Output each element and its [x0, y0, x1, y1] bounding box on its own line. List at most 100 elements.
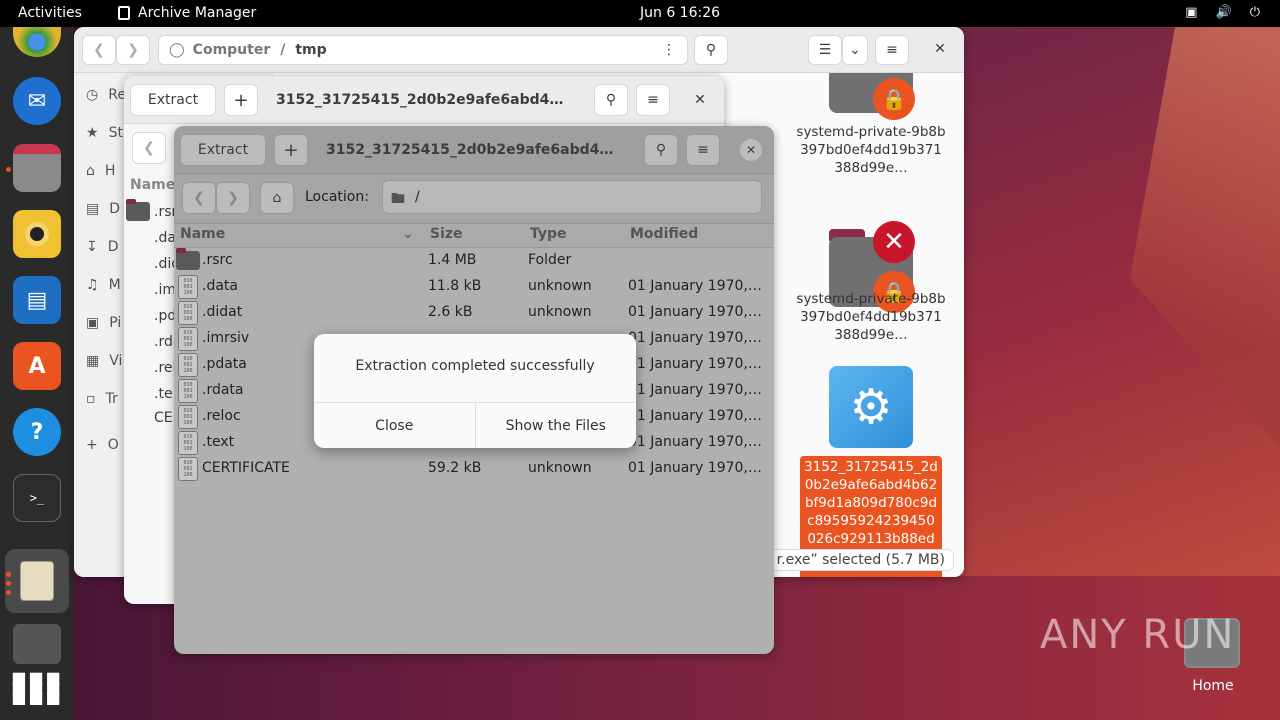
tile-label: systemd-private-9b8b397bd0ef4dd19b371388…: [796, 291, 946, 343]
window-title: 3152_31725415_2d0b2e9afe6abd4…: [276, 92, 564, 108]
forward-button[interactable]: ❯: [116, 35, 150, 65]
table-row[interactable]: 010 001 100 .didat 2.6 kB unknown 01 Janua…: [174, 300, 774, 326]
chrome-icon[interactable]: [13, 27, 61, 57]
cell-modified: 01 January 1970,…: [628, 460, 762, 476]
thunderbird-icon[interactable]: ✉: [13, 77, 61, 125]
app-center-icon[interactable]: A: [13, 342, 61, 390]
cell-modified: 01 January 1970,…: [628, 382, 762, 398]
location-value: /: [415, 189, 420, 205]
sidebar-item-videos[interactable]: ▦ Vi: [86, 353, 122, 369]
sidebar-item-pictures[interactable]: ▣ Pi: [86, 315, 121, 331]
search-button[interactable]: ⚲: [694, 35, 728, 65]
sidebar-item-label: D: [109, 201, 121, 217]
location-field[interactable]: 🖿 /: [382, 180, 762, 214]
close-icon[interactable]: ✕: [740, 139, 762, 161]
search-button[interactable]: ⚲: [644, 134, 678, 166]
writer-icon[interactable]: ▤: [13, 276, 61, 324]
back-button[interactable]: ❮: [82, 35, 116, 65]
cell-name: .rsrc: [202, 252, 233, 268]
cell-name: .rdata: [202, 382, 244, 398]
list-item[interactable]: .da: [154, 230, 176, 246]
cell-size: 1.4 MB: [428, 252, 477, 268]
activities-button[interactable]: Activities: [18, 5, 82, 21]
cell-type: unknown: [528, 278, 592, 294]
network-icon: ▣: [1185, 5, 1198, 20]
list-item[interactable]: .im: [154, 282, 176, 298]
table-row[interactable]: 010 001 100 CERTIFICATE 59.2 kB unknown 01…: [174, 456, 774, 482]
path-bar[interactable]: ◯ Computer / tmp: [158, 35, 688, 65]
view-list-button[interactable]: ☰: [808, 35, 842, 65]
top-bar: Activities Archive Manager Jun 6 16:26 ▣…: [0, 0, 1280, 27]
cell-modified: 01 January 1970,…: [628, 408, 762, 424]
main-menu-button[interactable]: ≡: [875, 35, 909, 65]
dialog-actions: Close Show the Files: [314, 402, 636, 448]
extract-button[interactable]: Extract: [180, 134, 266, 166]
videos-icon: ▦: [86, 353, 100, 369]
col-header-size[interactable]: Size: [430, 226, 463, 242]
search-button[interactable]: ⚲: [594, 84, 628, 116]
list-item-name: .te: [154, 386, 173, 402]
home-label[interactable]: Home: [1180, 678, 1246, 694]
sidebar-item-trash[interactable]: ▫ Tr: [86, 391, 118, 407]
folder-icon: [126, 199, 150, 221]
table-row[interactable]: 010 001 100 .data 11.8 kB unknown 01 Janua…: [174, 274, 774, 300]
folder-icon: 🖿: [391, 191, 405, 207]
recent-icon: ◷: [86, 87, 99, 103]
list-item[interactable]: .te: [154, 386, 173, 402]
app-menu[interactable]: Archive Manager: [118, 5, 256, 21]
sidebar-item-label: Vi: [109, 353, 123, 369]
back-button[interactable]: ❮: [132, 132, 166, 164]
binary-file-icon: 010 001 100: [178, 457, 198, 481]
binary-file-icon: 010 001 100: [178, 301, 198, 325]
help-icon[interactable]: ?: [13, 408, 61, 456]
path-menu-button[interactable]: ⋮: [650, 35, 688, 65]
col-header-modified[interactable]: Modified: [630, 226, 698, 242]
sidebar-item-label: D: [107, 239, 119, 255]
col-header-name[interactable]: Name: [180, 226, 225, 242]
clock[interactable]: Jun 6 16:26: [640, 5, 720, 21]
path-parent[interactable]: Computer: [193, 42, 271, 58]
view-options-button[interactable]: ⌄: [842, 35, 868, 65]
music-icon: ♫: [86, 277, 99, 293]
power-icon: ⏻: [1249, 5, 1260, 20]
back-button[interactable]: ❮: [182, 182, 216, 214]
add-button[interactable]: +: [274, 134, 308, 166]
sidebar-item-recent[interactable]: ◷ Re: [86, 87, 126, 103]
main-menu-button[interactable]: ≡: [636, 84, 670, 116]
sidebar-item-documents[interactable]: ▤ D: [86, 201, 120, 217]
sidebar-item-music[interactable]: ♫ M: [86, 277, 121, 293]
archive-manager-icon[interactable]: [5, 549, 69, 613]
system-tray[interactable]: ▣ 🔊 ⏻: [1185, 5, 1260, 20]
rhythmbox-icon[interactable]: [13, 210, 61, 258]
table-row[interactable]: .rsrc 1.4 MB Folder: [174, 248, 774, 274]
sidebar-item-other-locations[interactable]: + O: [86, 437, 119, 453]
list-item[interactable]: .pd: [154, 308, 176, 324]
path-current[interactable]: tmp: [295, 42, 326, 58]
show-apps-icon[interactable]: ■■■ ■■■ ■■■: [11, 664, 61, 712]
cell-modified: 01 January 1970,…: [628, 434, 762, 450]
app-name: Archive Manager: [138, 5, 257, 21]
cell-name: .reloc: [202, 408, 241, 424]
home-button[interactable]: ⌂: [260, 182, 294, 214]
files-icon[interactable]: [13, 144, 61, 192]
col-header-name[interactable]: Name: [130, 177, 175, 193]
trash-icon: ▫: [86, 391, 96, 407]
cell-name: CERTIFICATE: [202, 460, 290, 476]
add-button[interactable]: +: [224, 84, 258, 116]
terminal-icon[interactable]: >_: [13, 474, 61, 522]
list-item[interactable]: .rsr: [126, 199, 177, 221]
cell-name: .text: [202, 434, 235, 450]
sidebar-item-starred[interactable]: ★ St: [86, 125, 123, 141]
close-icon[interactable]: ✕: [690, 90, 710, 110]
close-button[interactable]: Close: [314, 403, 475, 448]
main-menu-button[interactable]: ≡: [686, 134, 720, 166]
drive-icon[interactable]: [13, 624, 61, 664]
col-header-type[interactable]: Type: [530, 226, 567, 242]
sidebar-item-home[interactable]: ⌂ H: [86, 163, 115, 179]
forward-button[interactable]: ❯: [216, 182, 250, 214]
show-files-button[interactable]: Show the Files: [474, 403, 637, 448]
extract-button[interactable]: Extract: [130, 84, 216, 116]
sidebar-item-downloads[interactable]: ↧ D: [86, 239, 119, 255]
archive-manager-icon: [118, 6, 130, 20]
close-icon[interactable]: ✕: [930, 39, 950, 59]
